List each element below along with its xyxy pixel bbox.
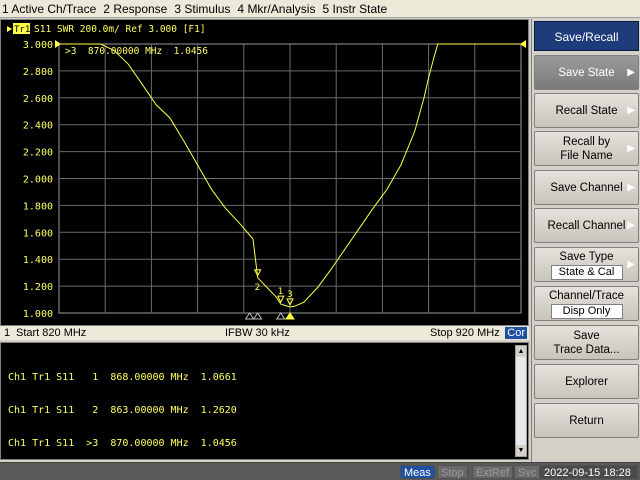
menu-label: Response — [113, 1, 168, 16]
y-tick-label: 1.000 — [23, 309, 53, 320]
button-label: Save — [573, 329, 600, 342]
save-type-button[interactable]: Save Type State & Cal ▶ — [534, 247, 639, 282]
marker-table: Ch1 Tr1 S11 1 868.00000 MHz 1.0661 Ch1 T… — [8, 350, 237, 471]
save-channel-button[interactable]: Save Channel ▶ — [534, 170, 639, 205]
y-tick-labels: 3.000 2.800 2.600 2.400 2.200 2.000 1.800 1.600… — [23, 40, 526, 320]
explorer-button[interactable]: Explorer — [534, 364, 639, 399]
chevron-right-icon: ▶ — [627, 142, 635, 154]
marker-stimulus-icon — [252, 312, 263, 320]
menu-number: 5 — [322, 1, 330, 16]
y-tick-label: 2.800 — [23, 67, 53, 78]
marker-table-panel: Ch1 Tr1 S11 1 868.00000 MHz 1.0661 Ch1 T… — [0, 342, 529, 460]
swr-plot[interactable]: 3.000 2.800 2.600 2.400 2.200 2.000 1.800 1.600… — [1, 20, 528, 325]
menu-instr-state[interactable]: 5 Instr State — [320, 2, 392, 16]
marker-stimulus-icon — [275, 312, 286, 320]
y-tick-label: 1.400 — [23, 255, 53, 266]
scroll-up-icon[interactable]: ▲ — [516, 346, 526, 357]
marker-label: 1 — [278, 287, 284, 297]
button-label: Recall Channel — [547, 219, 626, 232]
plot-grid — [58, 43, 522, 314]
stimulus-bar: 1 Start 820 MHz IFBW 30 kHz Stop 920 MHz… — [0, 325, 529, 340]
menu-number: 2 — [103, 1, 110, 16]
marker-table-scrollbar[interactable]: ▲ ▼ — [515, 345, 527, 457]
y-tick-label: 1.600 — [23, 228, 53, 239]
trace-header-text: S11 SWR 200.0m/ Ref 3.000 [F1] — [34, 24, 206, 35]
button-label: Save State — [558, 66, 615, 79]
button-label: Recall State — [555, 104, 618, 117]
marker-label: 2 — [255, 283, 261, 293]
menu-number: 4 — [237, 1, 245, 16]
button-label: Save Type — [559, 250, 614, 263]
button-label: Save Channel — [550, 181, 623, 194]
menu-number: 1 — [2, 1, 9, 16]
menu-mkr-analysis[interactable]: 4 Mkr/Analysis — [235, 2, 320, 16]
meas-indicator: Meas — [400, 465, 435, 479]
chevron-right-icon: ▶ — [627, 66, 635, 78]
chevron-right-icon: ▶ — [627, 181, 635, 193]
button-label: Channel/Trace — [548, 289, 624, 302]
y-tick-label: 2.400 — [23, 121, 53, 132]
menu-number: 3 — [174, 1, 182, 16]
marker-stimulus-icon — [244, 312, 255, 320]
button-label: Return — [569, 414, 604, 427]
chevron-right-icon: ▶ — [627, 104, 635, 116]
channel-number[interactable]: 1 — [4, 327, 10, 339]
return-button[interactable]: Return — [534, 403, 639, 438]
status-bar: Meas Stop ExtRef Svc 2022-09-15 18:28 — [0, 462, 640, 480]
menu-bar: 1 Active Ch/Trace 2 Response 3 Stimulus … — [0, 0, 640, 18]
channel-trace-value: Disp Only — [550, 303, 623, 319]
button-label: File Name — [560, 149, 613, 162]
extref-indicator: ExtRef — [472, 465, 514, 479]
menu-label: Active Ch/Trace — [11, 1, 97, 16]
recall-by-file-name-button[interactable]: Recall by File Name ▶ — [534, 131, 639, 166]
menu-label: Stimulus — [184, 1, 231, 16]
scroll-thumb[interactable] — [516, 358, 526, 444]
trace-indicator-icon — [7, 26, 12, 32]
button-label: Trace Data... — [553, 343, 620, 356]
marker-row: Ch1 Tr1 S11 2 863.00000 MHz 1.2620 — [8, 405, 237, 416]
menu-active-ch-trace[interactable]: 1 Active Ch/Trace — [0, 2, 101, 16]
marker-row: Ch1 Tr1 S11 1 868.00000 MHz 1.0661 — [8, 372, 237, 383]
trace-plot-panel[interactable]: 3.000 2.800 2.600 2.400 2.200 2.000 1.800 1.600… — [0, 19, 529, 340]
chevron-right-icon: ▶ — [627, 258, 635, 270]
markers: 1 2 3 — [244, 269, 295, 320]
chevron-right-icon: ▶ — [627, 219, 635, 231]
button-label: Explorer — [565, 375, 608, 388]
button-label: Recall by — [562, 135, 611, 148]
y-tick-label: 2.600 — [23, 94, 53, 105]
marker-row: Ch1 Tr1 S11 >3 870.00000 MHz 1.0456 — [8, 438, 237, 449]
y-tick-label: 1.800 — [23, 201, 53, 212]
y-tick-label: 2.200 — [23, 148, 53, 159]
softkey-panel: Save/Recall Save State ▶ Recall State ▶ … — [531, 19, 640, 462]
y-tick-label: 1.200 — [23, 282, 53, 293]
channel-trace-button[interactable]: Channel/Trace Disp Only — [534, 286, 639, 321]
marker-triangle-icon — [253, 269, 262, 277]
save-trace-data-button[interactable]: Save Trace Data... — [534, 325, 639, 360]
start-frequency[interactable]: Start 820 MHz — [16, 327, 86, 339]
datetime: 2022-09-15 18:28 — [540, 465, 638, 479]
stop-frequency[interactable]: Stop 920 MHz — [430, 327, 500, 339]
correction-badge: Cor — [505, 327, 527, 339]
recall-state-button[interactable]: Recall State ▶ — [534, 93, 639, 128]
svc-indicator: Svc — [514, 465, 541, 479]
vna-window: 1 Active Ch/Trace 2 Response 3 Stimulus … — [0, 0, 640, 480]
y-tick-label: 3.000 — [23, 40, 53, 51]
softkey-menu-title: Save/Recall — [534, 21, 639, 51]
marker-stimulus-icon — [285, 312, 295, 320]
marker-label: 3 — [287, 290, 293, 300]
menu-stimulus[interactable]: 3 Stimulus — [172, 2, 235, 16]
active-marker-readout: >3 870.00000 MHz 1.0456 — [65, 46, 208, 57]
menu-label: Instr State — [332, 1, 388, 16]
menu-response[interactable]: 2 Response — [101, 2, 172, 16]
save-type-value: State & Cal — [550, 264, 623, 280]
save-state-button[interactable]: Save State ▶ — [534, 55, 639, 90]
recall-channel-button[interactable]: Recall Channel ▶ — [534, 208, 639, 243]
menu-label: Mkr/Analysis — [247, 1, 316, 16]
scroll-down-icon[interactable]: ▼ — [516, 445, 526, 456]
ifbw-value[interactable]: IFBW 30 kHz — [225, 327, 290, 339]
stop-indicator: Stop — [437, 465, 468, 479]
y-tick-label: 2.000 — [23, 175, 53, 186]
trace-badge[interactable]: Tr1 — [14, 25, 30, 35]
